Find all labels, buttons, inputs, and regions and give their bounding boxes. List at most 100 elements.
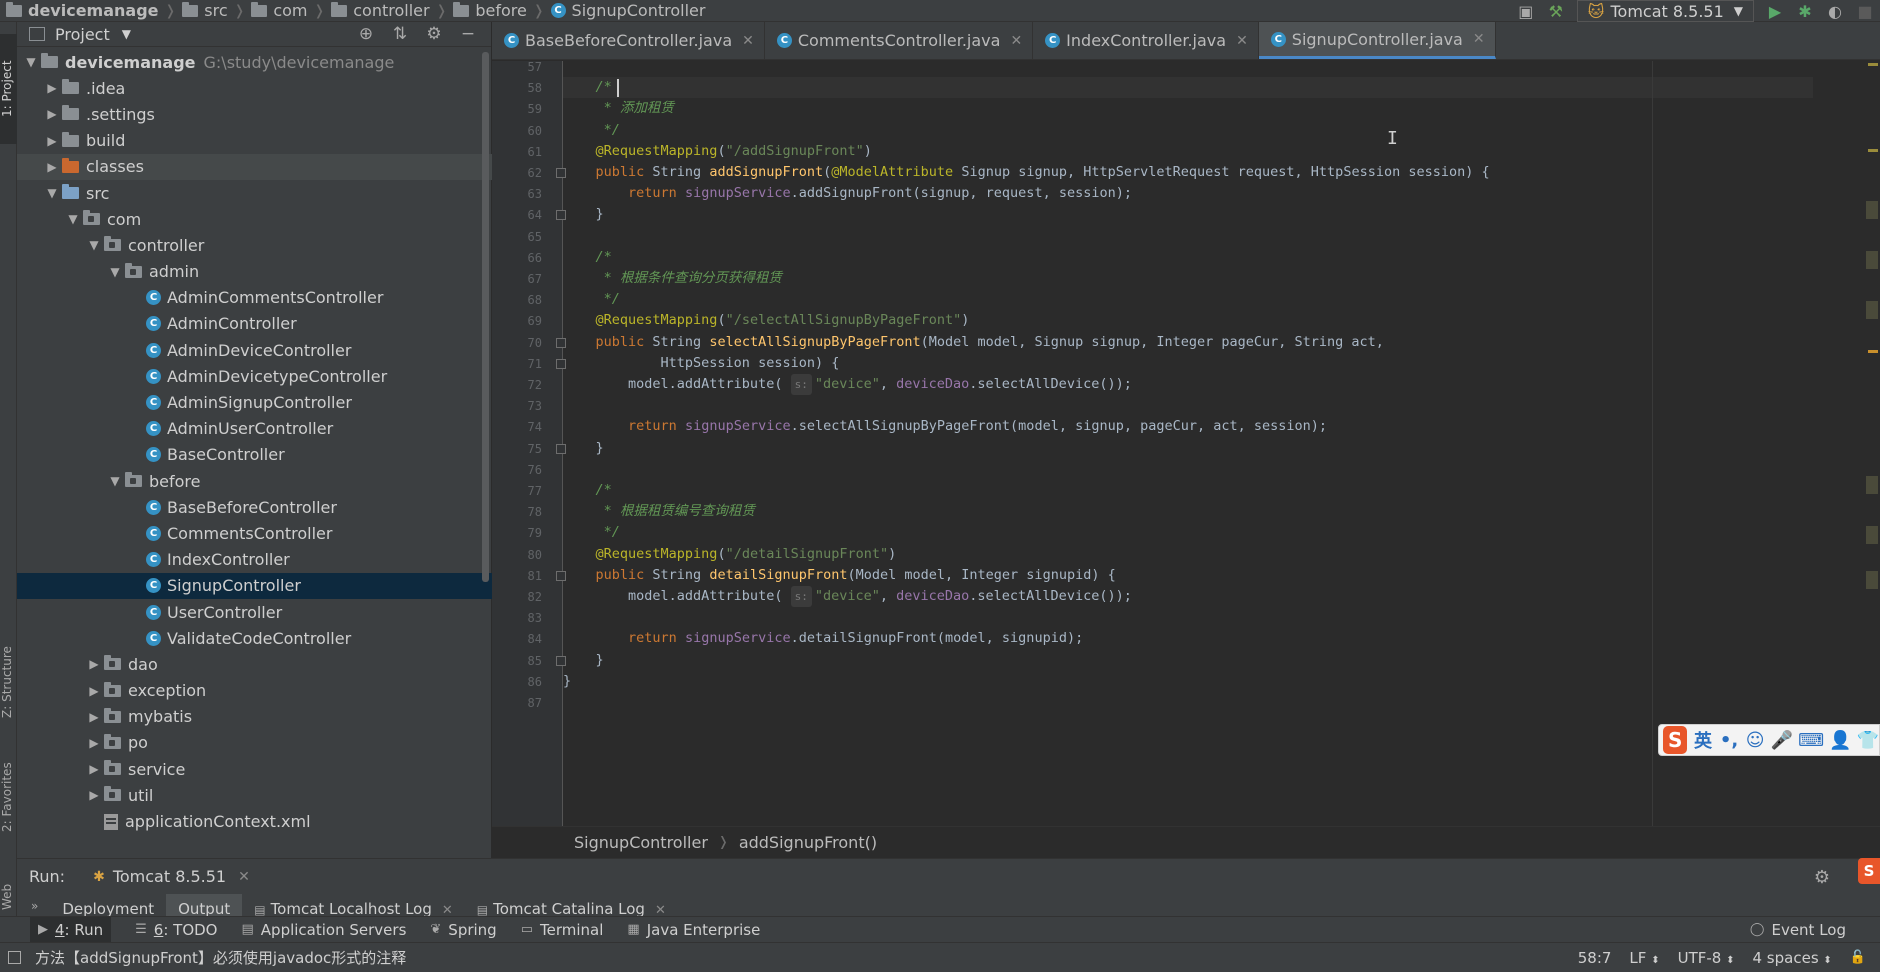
- collapsed-arrow-icon[interactable]: ▶: [84, 736, 104, 750]
- tree-node[interactable]: ▼ admin: [17, 259, 492, 285]
- gear-icon[interactable]: ⚙: [1814, 867, 1830, 888]
- code-line[interactable]: public String addSignupFront(@ModelAttri…: [563, 162, 1490, 183]
- coverage-icon[interactable]: ◐: [1820, 0, 1850, 22]
- tree-node[interactable]: C BaseBeforeController: [17, 494, 492, 520]
- tree-node[interactable]: ▶ .idea: [17, 75, 492, 101]
- close-icon[interactable]: ✕: [442, 903, 453, 917]
- code-line[interactable]: }: [563, 671, 571, 692]
- collapsed-arrow-icon[interactable]: ▶: [42, 134, 62, 148]
- build-hammer-icon[interactable]: ⚒: [1541, 0, 1571, 22]
- code-line[interactable]: @RequestMapping("/detailSignupFront"): [563, 544, 897, 565]
- run-configuration-select[interactable]: 🐱 Tomcat 8.5.51 ▼: [1576, 0, 1754, 22]
- tree-node[interactable]: ▼ src: [17, 180, 492, 206]
- close-icon[interactable]: ✕: [1473, 31, 1485, 47]
- hide-icon[interactable]: −: [451, 24, 485, 44]
- warning-mark[interactable]: [1866, 476, 1878, 494]
- debug-icon[interactable]: ✱: [1790, 0, 1820, 22]
- stripe-project-button[interactable]: 1: Project: [0, 34, 17, 144]
- run-tab-deployment[interactable]: Deployment: [50, 894, 166, 917]
- lock-icon[interactable]: 🔓: [1850, 950, 1866, 965]
- code-line[interactable]: * 根据租赁编号查询租赁: [563, 501, 755, 522]
- code-line[interactable]: }: [563, 438, 604, 459]
- stripe-web-button[interactable]: Web: [0, 872, 17, 922]
- error-stripe[interactable]: [1864, 61, 1880, 826]
- collapsed-arrow-icon[interactable]: ▶: [84, 762, 104, 776]
- tool-windows-icon[interactable]: [8, 951, 21, 964]
- close-icon[interactable]: ✕: [742, 33, 754, 49]
- breadcrumb-com[interactable]: com: [247, 1, 311, 20]
- tree-node[interactable]: C UserController: [17, 599, 492, 625]
- tool-window-button[interactable]: ❦ Spring: [430, 921, 496, 939]
- code-editor[interactable]: 57 58 59 60 61 62 63 64 65 66 67 68 69 70 71 72 73 74 75 76…: [492, 61, 1880, 826]
- code-line[interactable]: return signupService.selectAllSignupByPa…: [563, 416, 1327, 437]
- code-line[interactable]: public String detailSignupFront(Model mo…: [563, 565, 1116, 586]
- expanded-arrow-icon[interactable]: ▼: [105, 474, 125, 488]
- tree-node[interactable]: C AdminController: [17, 311, 492, 337]
- code-line[interactable]: return signupService.detailSignupFront(m…: [563, 628, 1083, 649]
- code-line[interactable]: */: [563, 522, 620, 543]
- editor-breadcrumb-method[interactable]: addSignupFront(): [739, 833, 877, 852]
- run-icon[interactable]: ▶: [1760, 0, 1790, 22]
- collapsed-arrow-icon[interactable]: ▶: [84, 710, 104, 724]
- chevron-down-icon[interactable]: ▼: [122, 27, 131, 41]
- emoji-icon[interactable]: ☺: [1745, 730, 1766, 751]
- collapsed-arrow-icon[interactable]: ▶: [42, 160, 62, 174]
- tree-node[interactable]: C ValidateCodeController: [17, 625, 492, 651]
- close-icon[interactable]: ✕: [1236, 33, 1248, 49]
- code-line[interactable]: }: [563, 650, 604, 671]
- warning-mark[interactable]: [1868, 63, 1878, 66]
- breadcrumb-controller[interactable]: controller: [327, 1, 433, 20]
- tree-node[interactable]: C SignupController: [17, 572, 492, 599]
- expanded-arrow-icon[interactable]: ▼: [105, 265, 125, 279]
- editor-tab[interactable]: C BaseBeforeController.java ✕: [492, 22, 765, 59]
- breadcrumb-before[interactable]: before: [449, 1, 531, 20]
- project-panel-title[interactable]: Project: [55, 25, 110, 44]
- file-encoding[interactable]: UTF-8 ⬍: [1678, 949, 1735, 967]
- warning-mark[interactable]: [1866, 201, 1878, 219]
- tree-node[interactable]: C AdminUserController: [17, 416, 492, 442]
- close-icon[interactable]: ✕: [238, 869, 250, 885]
- code-area[interactable]: /* * 添加租赁 */ @RequestMapping("/addSignup…: [563, 61, 1813, 826]
- keyboard-icon[interactable]: ⌨: [1798, 730, 1824, 751]
- collapsed-arrow-icon[interactable]: ▶: [84, 788, 104, 802]
- project-tree-scrollbar[interactable]: [482, 52, 489, 582]
- stripe-favorites-button[interactable]: 2: Favorites: [0, 747, 17, 847]
- tree-node[interactable]: ▶ service: [17, 756, 492, 782]
- caret-position[interactable]: 58:7: [1578, 949, 1612, 967]
- close-icon[interactable]: ✕: [655, 903, 666, 917]
- code-line[interactable]: /*: [563, 480, 612, 501]
- code-line[interactable]: */: [563, 289, 620, 310]
- run-config-tab-label[interactable]: Tomcat 8.5.51: [113, 867, 226, 886]
- collapsed-arrow-icon[interactable]: ▶: [84, 657, 104, 671]
- skin-icon[interactable]: 👕: [1857, 730, 1879, 751]
- stripe-structure-button[interactable]: Z: Structure: [0, 632, 17, 732]
- microphone-icon[interactable]: 🎤: [1771, 730, 1793, 751]
- breadcrumb-project[interactable]: devicemanage: [0, 1, 163, 20]
- tree-node[interactable]: ▼ before: [17, 468, 492, 494]
- code-line[interactable]: @RequestMapping("/selectAllSignupByPageF…: [563, 310, 970, 331]
- line-separator[interactable]: LF ⬍: [1629, 949, 1659, 967]
- tree-node[interactable]: ▼ com: [17, 206, 492, 232]
- run-tab-output[interactable]: Output: [166, 894, 243, 917]
- code-line[interactable]: model.addAttribute( s: "device", deviceDa…: [563, 374, 1132, 395]
- code-line[interactable]: model.addAttribute( s: "device", deviceDa…: [563, 586, 1132, 607]
- ime-logo[interactable]: S: [1663, 726, 1688, 754]
- expanded-arrow-icon[interactable]: ▼: [21, 55, 41, 69]
- tree-node[interactable]: ▶ build: [17, 128, 492, 154]
- tool-window-button[interactable]: ▤ Application Servers: [242, 921, 407, 939]
- run-tab-catalina-log[interactable]: ▤ Tomcat Catalina Log ✕: [465, 894, 678, 917]
- code-line[interactable]: @RequestMapping("/addSignupFront"): [563, 141, 872, 162]
- code-line[interactable]: * 添加租赁: [563, 98, 674, 119]
- expanded-arrow-icon[interactable]: ▼: [63, 212, 83, 226]
- code-line[interactable]: HttpSession session) {: [563, 353, 840, 374]
- tree-node[interactable]: ▶ classes: [17, 153, 492, 180]
- tree-node[interactable]: ▼ controller: [17, 232, 492, 258]
- ime-mini-logo[interactable]: S: [1858, 858, 1880, 884]
- tree-node[interactable]: ▶ mybatis: [17, 704, 492, 730]
- project-structure-icon[interactable]: ▣: [1511, 0, 1541, 22]
- expanded-arrow-icon[interactable]: ▼: [84, 238, 104, 252]
- gear-icon[interactable]: ⚙: [417, 24, 451, 44]
- ime-mode-toggle[interactable]: 英: [1692, 727, 1713, 753]
- close-icon[interactable]: ✕: [1010, 33, 1022, 49]
- tree-node[interactable]: applicationContext.xml: [17, 808, 492, 834]
